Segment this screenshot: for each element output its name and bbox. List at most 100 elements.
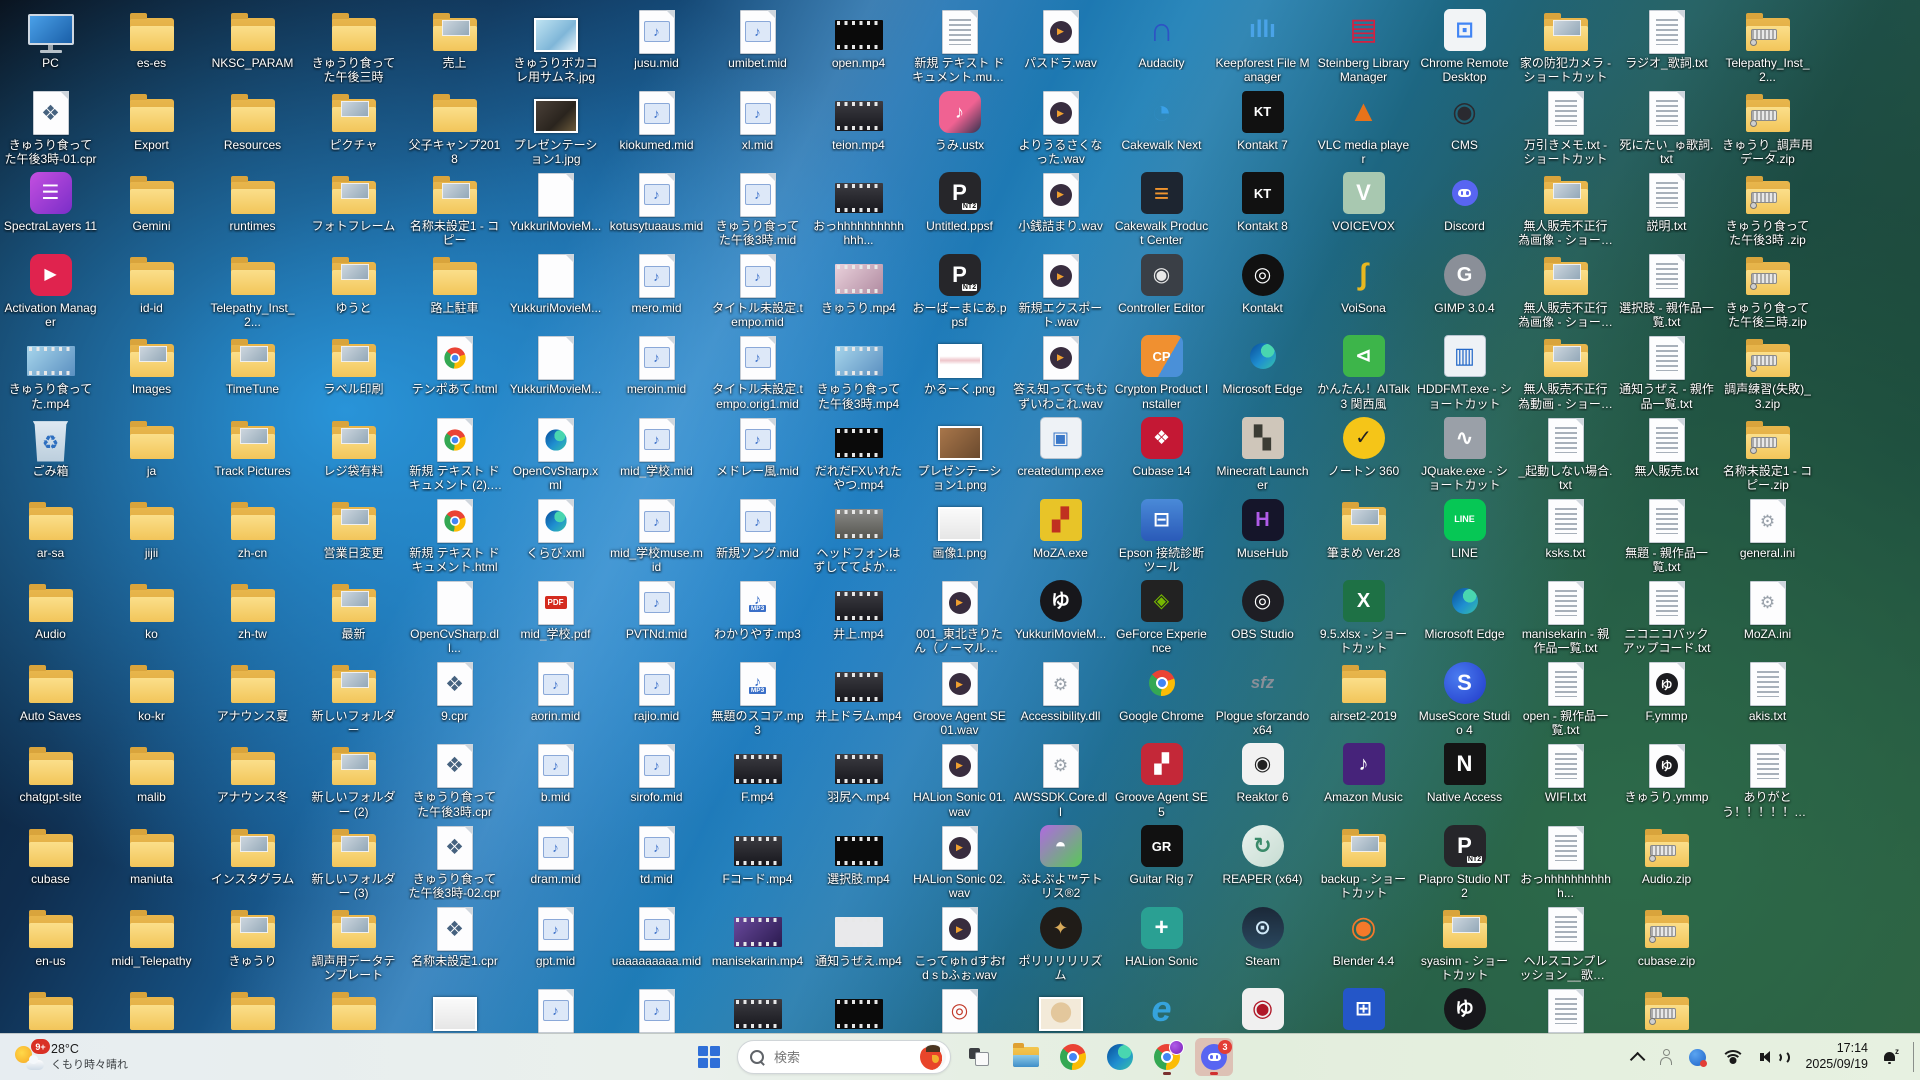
desktop-icon[interactable]: ♪mid_学校muse.mid	[609, 495, 704, 574]
start-button[interactable]	[690, 1038, 728, 1076]
desktop-icon[interactable]: ▞MoZA.exe	[1013, 495, 1108, 560]
desktop-icon[interactable]: ▤Steinberg Library Manager	[1316, 5, 1411, 84]
desktop-icon[interactable]: きゅうりボカコレ用サムネ.jpg	[508, 5, 603, 84]
desktop-icon[interactable]: きゅうり_調声用データ.zip	[1720, 87, 1815, 166]
desktop-icon[interactable]: きゅうり食ってた午後三時	[306, 5, 401, 84]
desktop-icon[interactable]: インスタグラム	[205, 821, 300, 886]
desktop-icon[interactable]: きゅうり.mp4	[811, 250, 906, 315]
desktop-icon[interactable]: id-id	[104, 250, 199, 315]
desktop-icon[interactable]: sfzPlogue sforzando x64	[1215, 658, 1310, 737]
desktop-icon[interactable]: ▥HDDFMT.exe - ショートカット	[1417, 331, 1512, 410]
desktop-icon[interactable]: airset2-2019	[1316, 658, 1411, 723]
desktop-icon[interactable]: 井上.mp4	[811, 576, 906, 641]
desktop-icon[interactable]: ◎OBS Studio	[1215, 576, 1310, 641]
desktop-icon[interactable]: YukkuriMovieM...	[508, 331, 603, 396]
desktop-icon[interactable]	[811, 984, 906, 1035]
desktop-icon[interactable]	[205, 984, 300, 1035]
notification-bell-button[interactable]: z	[1881, 1040, 1898, 1074]
desktop-icon[interactable]: ↻REAPER (x64)	[1215, 821, 1310, 886]
desktop-icon[interactable]: ◎Kontakt	[1215, 250, 1310, 315]
desktop-icon[interactable]: ⚙MoZA.ini	[1720, 576, 1815, 641]
desktop-icon[interactable]: 井上ドラム.mp4	[811, 658, 906, 723]
desktop-icon[interactable]: 売上	[407, 5, 502, 70]
desktop-icon[interactable]: ▣createdump.exe	[1013, 413, 1108, 478]
desktop-icon[interactable]: ♪jusu.mid	[609, 5, 704, 70]
desktop-icon[interactable]: NNative Access	[1417, 739, 1512, 804]
desktop-icon[interactable]: ♪dram.mid	[508, 821, 603, 886]
desktop-icon[interactable]: かるーく.png	[912, 331, 1007, 396]
desktop-icon[interactable]: 新規 テキスト ドキュメント.html	[407, 495, 502, 574]
widgets-weather-button[interactable]: 9+ 28°C くもり時々晴れ	[8, 1037, 134, 1077]
desktop-icon[interactable]: WIFI.txt	[1518, 739, 1613, 804]
desktop-icon[interactable]: ☰SpectraLayers 11	[3, 168, 98, 233]
desktop-icon[interactable]: malib	[104, 739, 199, 804]
desktop-icon[interactable]: Microsoft Edge	[1215, 331, 1310, 396]
desktop-icon[interactable]: ♪	[609, 984, 704, 1035]
desktop-icon[interactable]: ▲VLC media player	[1316, 87, 1411, 166]
desktop-icon[interactable]: プレゼンテーション1.jpg	[508, 87, 603, 166]
desktop-icon[interactable]: ♪mid_学校.mid	[609, 413, 704, 478]
desktop-icon[interactable]: ◉CMS	[1417, 87, 1512, 152]
desktop-icon[interactable]: ♪kotusytuaaus.mid	[609, 168, 704, 233]
desktop-icon[interactable]: 説明.txt	[1619, 168, 1714, 233]
desktop-icon[interactable]: ♪td.mid	[609, 821, 704, 886]
desktop-icon[interactable]: zh-cn	[205, 495, 300, 560]
desktop-icon[interactable]: Telepathy_Inst_2...	[205, 250, 300, 329]
desktop-icon[interactable]: maniuta	[104, 821, 199, 886]
desktop-icon[interactable]: ▶小銭詰まり.wav	[1013, 168, 1108, 233]
desktop-icon[interactable]: きゅうり	[205, 903, 300, 968]
taskbar-search-box[interactable]	[737, 1040, 951, 1074]
desktop-icon[interactable]: ⊟Epson 接続診断ツール	[1114, 495, 1209, 574]
desktop-icon[interactable]: 通知うぜえ.mp4	[811, 903, 906, 968]
desktop-icon[interactable]: きゅうり食ってた午後3時.mp4	[811, 331, 906, 410]
desktop-icon[interactable]: X9.5.xlsx - ショートカット	[1316, 576, 1411, 655]
desktop-icon[interactable]	[1013, 984, 1108, 1035]
desktop-icon[interactable]: ko-kr	[104, 658, 199, 723]
desktop-icon[interactable]: ksks.txt	[1518, 495, 1613, 560]
desktop-icon[interactable]: cubase.zip	[1619, 903, 1714, 968]
desktop-icon[interactable]: ◉	[1215, 984, 1310, 1035]
desktop-icon[interactable]: ❖きゅうり食ってた午後3時-01.cpr	[3, 87, 98, 166]
desktop-icon[interactable]: YukkuriMovieM...	[508, 168, 603, 233]
desktop-icon[interactable]: ♪uaaaaaaaaa.mid	[609, 903, 704, 968]
desktop-icon[interactable]: ❖9.cpr	[407, 658, 502, 723]
desktop-icon[interactable]: 最新	[306, 576, 401, 641]
desktop-icon[interactable]: NKSC_PARAM	[205, 5, 300, 70]
desktop-icon[interactable]: ✦ポリリリリリズム	[1013, 903, 1108, 982]
desktop-icon[interactable]	[1518, 984, 1613, 1035]
desktop-icon[interactable]: CPCrypton Product Installer	[1114, 331, 1209, 410]
desktop-icon[interactable]: ◈GeForce Experience	[1114, 576, 1209, 655]
desktop-icon[interactable]: PNT2Piapro Studio NT2	[1417, 821, 1512, 900]
desktop-icon[interactable]: backup - ショートカット	[1316, 821, 1411, 900]
desktop-icon[interactable]: 無人販売.txt	[1619, 413, 1714, 478]
desktop-icon[interactable]: 万引きメモ.txt - ショートカット	[1518, 87, 1613, 166]
desktop-icon[interactable]: ♪meroin.mid	[609, 331, 704, 396]
desktop-icon[interactable]: ♻ごみ箱	[3, 413, 98, 478]
clock-button[interactable]: 17:14 2025/09/19	[1805, 1041, 1868, 1072]
desktop-icon[interactable]: +HALion Sonic	[1114, 903, 1209, 968]
desktop-icon[interactable]: 新規 テキスト ドキュメント.musicxml	[912, 5, 1007, 84]
desktop-icon[interactable]: SMuseScore Studio 4	[1417, 658, 1512, 737]
desktop-icon[interactable]: ありがとう！！！！！！.txt	[1720, 739, 1815, 818]
desktop-icon[interactable]: レジ袋有料	[306, 413, 401, 478]
desktop-icon[interactable]: ♪タイトル未設定.tempo.orig1.mid	[710, 331, 805, 410]
desktop-icon[interactable]: Track Pictures	[205, 413, 300, 478]
desktop-icon[interactable]: OpenCvSharp.xml	[508, 413, 603, 492]
desktop-icon[interactable]: ▶答え知っててもむずいわこれ.wav	[1013, 331, 1108, 410]
desktop-icon[interactable]: akis.txt	[1720, 658, 1815, 723]
desktop-icon[interactable]: e	[1114, 984, 1209, 1035]
desktop-icon[interactable]: Audio.zip	[1619, 821, 1714, 886]
taskbar-task-view-button[interactable]	[960, 1038, 998, 1076]
desktop-icon[interactable]: 選択肢.mp4	[811, 821, 906, 886]
desktop-icon[interactable]: 無人販売不正行為画像 - ショートカッ...	[1518, 168, 1613, 247]
taskbar-discord-button[interactable]: 3	[1195, 1038, 1233, 1076]
desktop-icon[interactable]: 筆まめ Ver.28	[1316, 495, 1411, 560]
desktop-icon[interactable]: ◉Reaktor 6	[1215, 739, 1310, 804]
show-desktop-strip[interactable]	[1913, 1042, 1914, 1072]
desktop-icon[interactable]: jijii	[104, 495, 199, 560]
desktop-icon[interactable]: ゆ	[1417, 984, 1512, 1035]
desktop-icon[interactable]: ▚Minecraft Launcher	[1215, 413, 1310, 492]
taskbar-edge-button[interactable]	[1101, 1038, 1139, 1076]
search-input[interactable]	[772, 1049, 912, 1066]
desktop-icon[interactable]: Images	[104, 331, 199, 396]
